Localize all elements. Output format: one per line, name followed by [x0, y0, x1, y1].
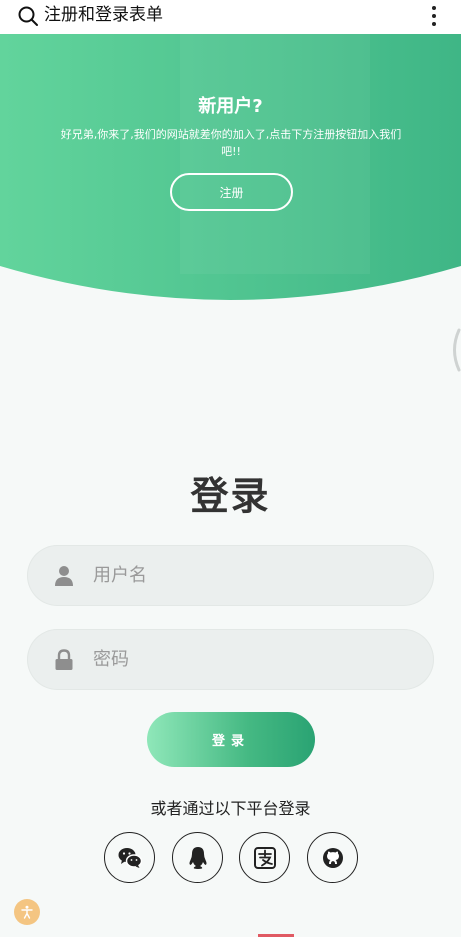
qq-login-button[interactable] — [172, 832, 223, 883]
github-login-button[interactable] — [307, 832, 358, 883]
username-input[interactable] — [93, 557, 413, 594]
qq-icon — [189, 846, 206, 869]
accessibility-icon — [21, 905, 33, 919]
login-title: 登录 — [190, 474, 271, 518]
hero-description: 好兄弟,你来了,我们的网站就差你的加入了,点击下方注册按钮加入我们吧!! — [60, 128, 402, 158]
more-vertical-icon[interactable] — [424, 4, 444, 28]
username-field[interactable] — [27, 545, 434, 606]
wechat-icon — [118, 847, 142, 868]
page-title: 注册和登录表单 — [44, 5, 163, 25]
alipay-login-button[interactable] — [239, 832, 290, 883]
wechat-login-button[interactable] — [104, 832, 155, 883]
password-field[interactable] — [27, 629, 434, 690]
hero-background — [0, 34, 461, 300]
side-drawer-handle[interactable] — [450, 328, 461, 372]
password-input[interactable] — [93, 641, 413, 678]
register-panel: 新用户? 好兄弟,你来了,我们的网站就差你的加入了,点击下方注册按钮加入我们吧!… — [0, 34, 461, 304]
hero-title: 新用户? — [198, 96, 263, 117]
login-button[interactable]: 登录 — [147, 712, 315, 767]
lock-icon — [55, 649, 73, 670]
alternate-login-text: 或者通过以下平台登录 — [150, 799, 311, 818]
search-icon[interactable] — [17, 5, 39, 27]
accessibility-button[interactable] — [14, 899, 40, 925]
top-bar: 注册和登录表单 — [0, 0, 461, 34]
register-button[interactable]: 注册 — [170, 173, 293, 211]
alipay-icon — [253, 846, 276, 869]
github-icon — [322, 847, 343, 868]
user-icon — [55, 566, 73, 586]
